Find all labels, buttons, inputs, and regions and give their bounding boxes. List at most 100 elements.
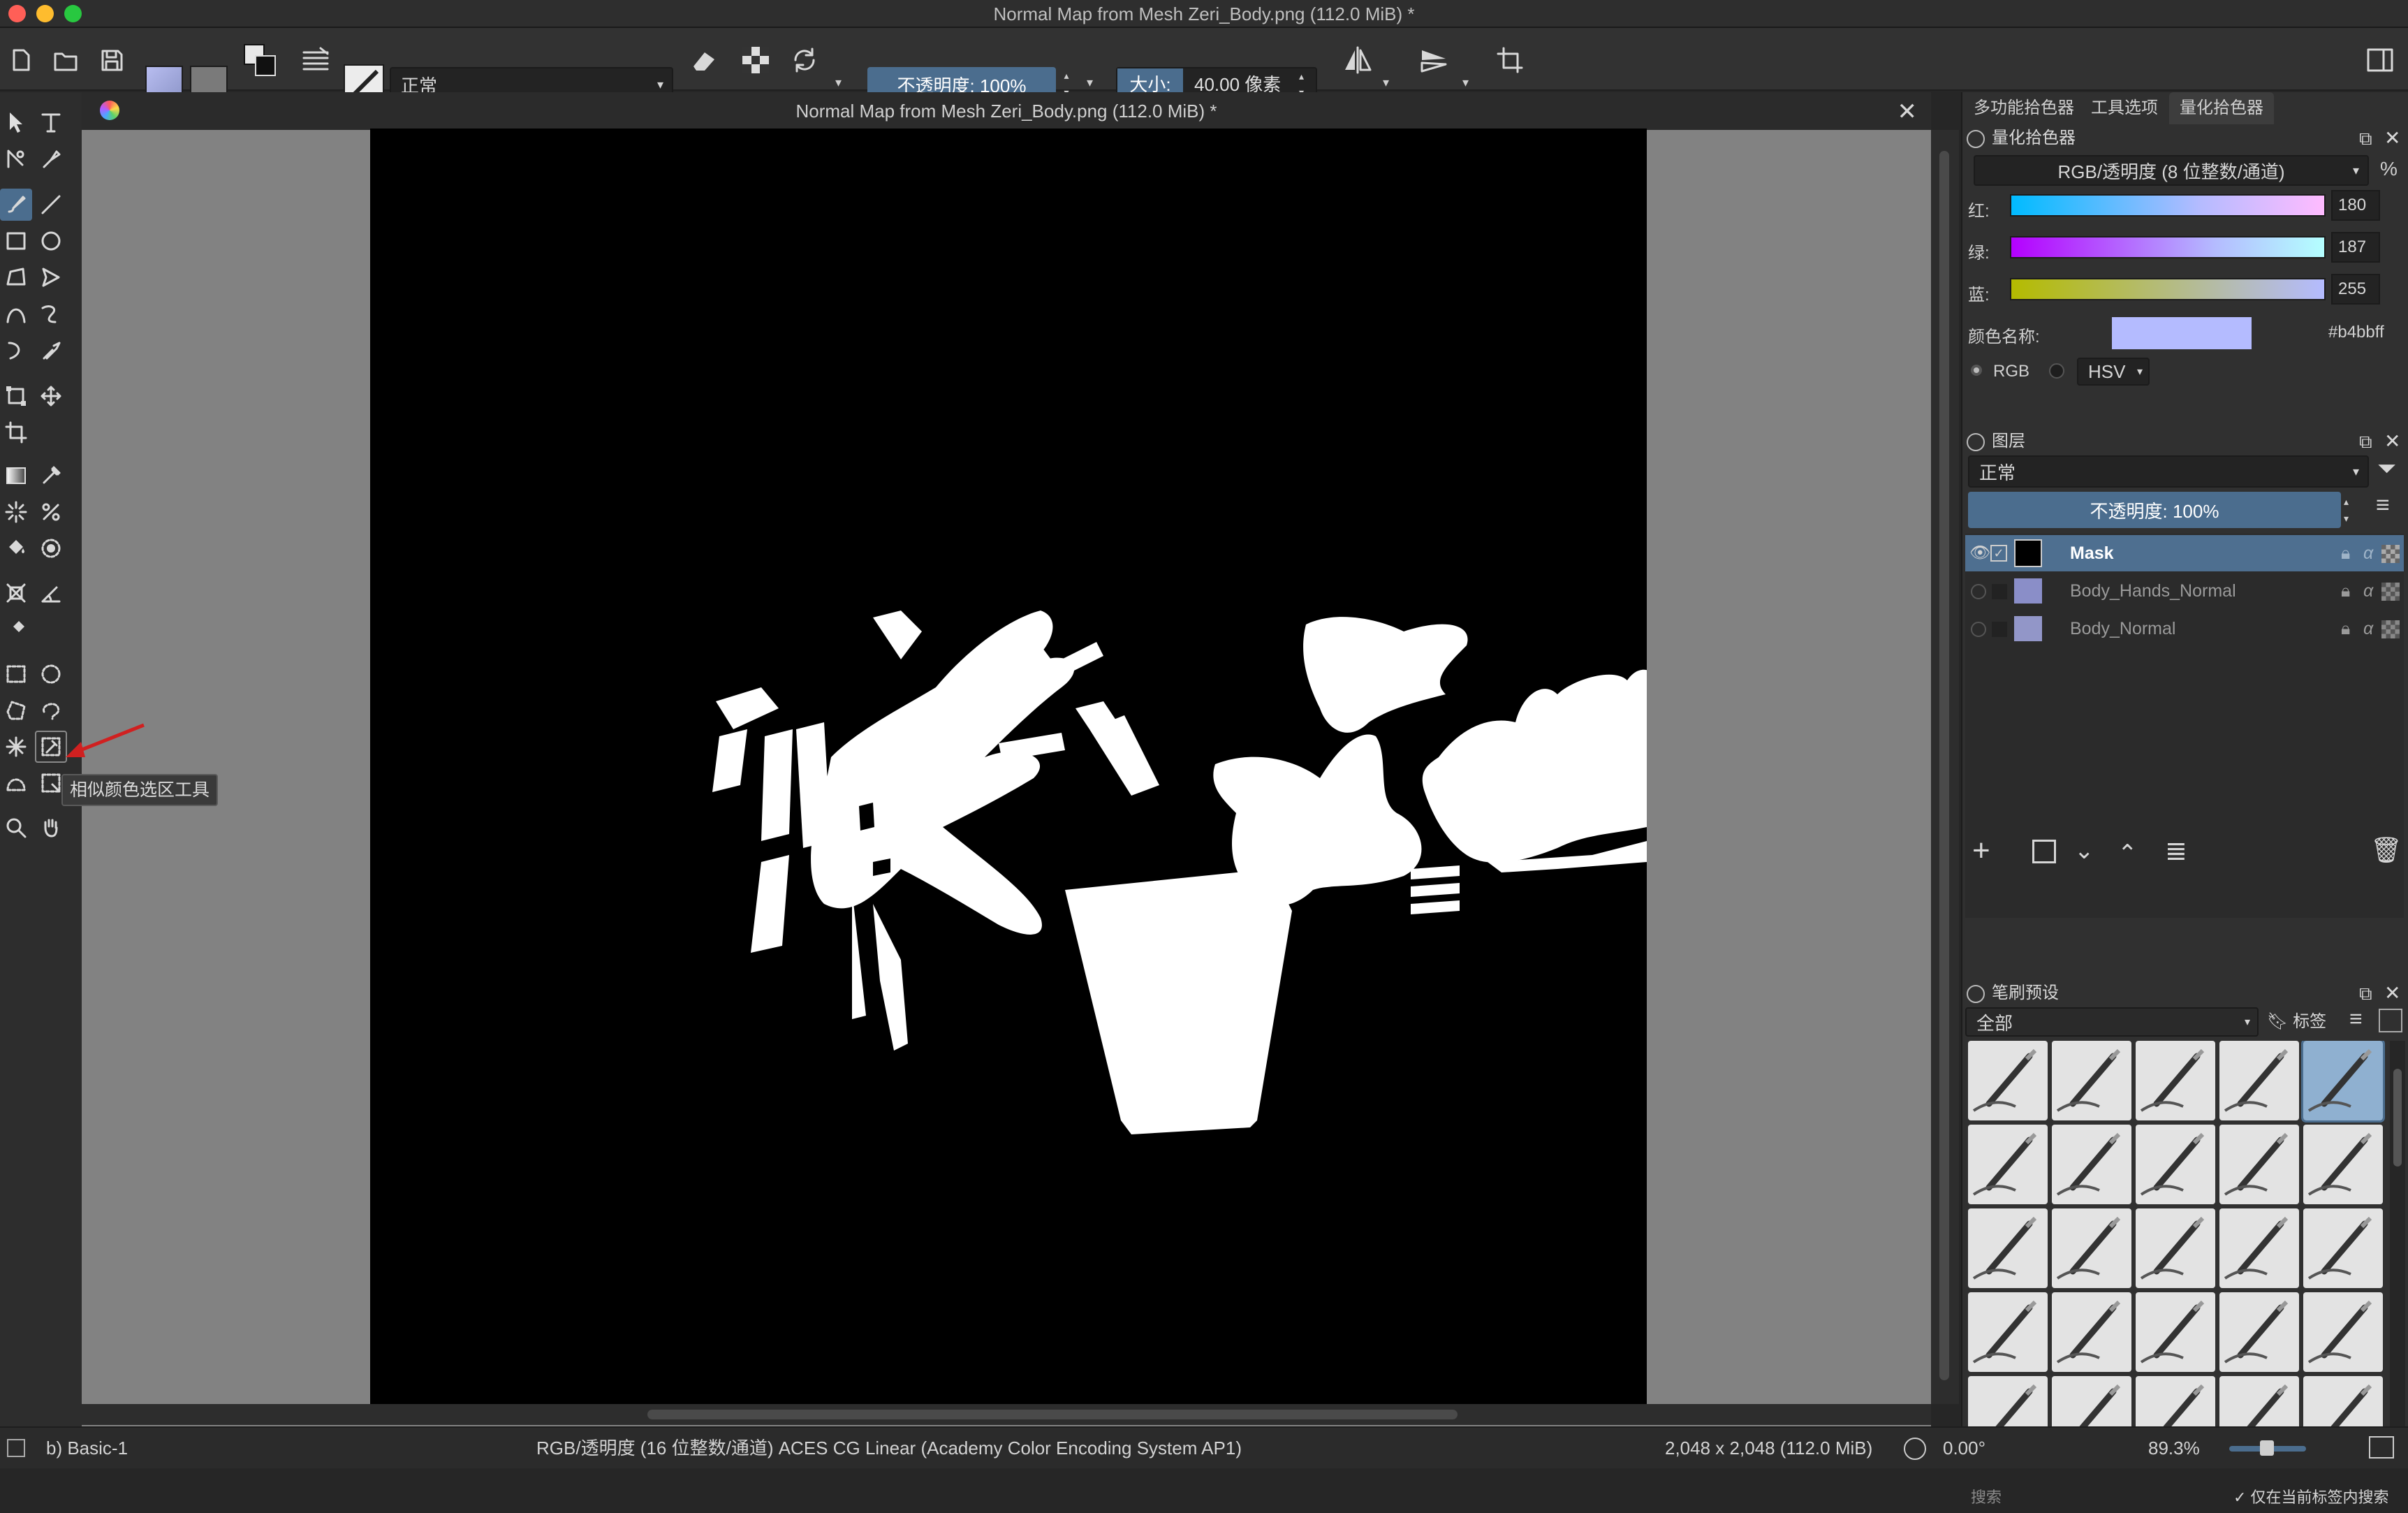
layer-properties-icon[interactable]: ≣ bbox=[2165, 835, 2187, 867]
lock-layer-icon[interactable]: 🔒︎ bbox=[2341, 573, 2350, 609]
document-tab[interactable]: Normal Map from Mesh Zeri_Body.png (112.… bbox=[82, 92, 1931, 130]
display-icon[interactable] bbox=[2369, 1436, 2394, 1459]
alpha-lock-layer-icon[interactable]: α bbox=[2363, 535, 2373, 571]
layer-row-body-hands-normal[interactable]: Body_Hands_Normal 🔒︎ α bbox=[1965, 573, 2404, 609]
calligraphy-icon[interactable] bbox=[35, 142, 67, 175]
lock-docker-icon[interactable] bbox=[1967, 130, 1985, 148]
close-document-icon[interactable]: ✕ bbox=[1897, 98, 1918, 126]
fill-patch-icon[interactable] bbox=[35, 496, 67, 528]
lock-docker-icon[interactable] bbox=[1967, 433, 1985, 451]
bezier-tool-icon[interactable] bbox=[0, 298, 32, 330]
green-input[interactable]: 187 bbox=[2331, 232, 2380, 263]
brush-preset-item[interactable] bbox=[2136, 1208, 2215, 1288]
smart-patch-icon[interactable] bbox=[0, 496, 32, 528]
blue-input[interactable]: 255 bbox=[2331, 274, 2380, 305]
close-docker-icon[interactable]: ✕ bbox=[2384, 427, 2400, 455]
reference-images-icon[interactable] bbox=[0, 613, 32, 645]
assistant-tool-icon[interactable] bbox=[0, 577, 32, 609]
status-color-space[interactable]: RGB/透明度 (16 位整数/通道) ACES CG Linear (Acad… bbox=[536, 1428, 1242, 1468]
horizontal-scrollbar[interactable] bbox=[82, 1404, 1931, 1425]
brush-preset-item[interactable] bbox=[1968, 1292, 2048, 1372]
brush-preset-item[interactable] bbox=[2303, 1208, 2383, 1288]
brush-view-menu-icon[interactable]: ≡ bbox=[2349, 1006, 2363, 1032]
alpha-lock-layer-icon[interactable]: α bbox=[2363, 611, 2373, 647]
layer-row-body-normal[interactable]: Body_Normal 🔒︎ α bbox=[1965, 611, 2404, 647]
brush-preset-item[interactable] bbox=[2052, 1125, 2131, 1204]
float-docker-icon[interactable]: ⧉ bbox=[2359, 979, 2372, 1007]
move-layer-up-icon[interactable]: ⌃ bbox=[2117, 840, 2138, 868]
transform-tool-icon[interactable] bbox=[0, 380, 32, 412]
brush-preset-item[interactable] bbox=[2136, 1041, 2215, 1120]
horizontal-scroll-thumb[interactable] bbox=[647, 1410, 1458, 1419]
brush-preset-item[interactable] bbox=[2219, 1208, 2299, 1288]
layer-checkbox[interactable] bbox=[1992, 584, 2007, 599]
text-tool-icon[interactable] bbox=[35, 106, 67, 138]
move-tool-icon[interactable] bbox=[35, 380, 67, 412]
layer-row-mask[interactable]: 👁 ✓ Mask 🔒︎ α bbox=[1965, 535, 2404, 571]
crop-tool-icon[interactable] bbox=[0, 416, 32, 448]
bezier-select-icon[interactable] bbox=[0, 767, 32, 799]
fill-tool-icon[interactable] bbox=[0, 532, 32, 564]
rgb-radio[interactable] bbox=[1971, 365, 1982, 376]
chevron-down-icon[interactable]: ▾ bbox=[1383, 75, 1389, 90]
polygon-select-icon[interactable] bbox=[0, 694, 32, 726]
layer-filter-icon[interactable]: ⏷ bbox=[2377, 455, 2396, 483]
status-zoom[interactable]: 89.3% bbox=[2148, 1428, 2200, 1468]
brush-preset-item[interactable] bbox=[1968, 1041, 2048, 1120]
brush-preset-item[interactable] bbox=[2303, 1292, 2383, 1372]
measure-tool-icon[interactable] bbox=[35, 577, 67, 609]
polygon-tool-icon[interactable] bbox=[0, 261, 32, 293]
brush-import-icon[interactable] bbox=[2379, 1009, 2402, 1032]
gradient-tool-icon[interactable] bbox=[0, 460, 32, 492]
brush-grid-scroll-thumb[interactable] bbox=[2393, 1069, 2402, 1167]
vertical-scrollbar[interactable] bbox=[1931, 130, 1959, 1404]
brush-preset-item[interactable] bbox=[2052, 1292, 2131, 1372]
alpha-lock-icon[interactable] bbox=[736, 41, 775, 80]
blue-slider[interactable] bbox=[2010, 278, 2326, 300]
add-layer-icon[interactable]: + bbox=[1972, 835, 1990, 866]
hsv-select[interactable]: HSV ▾ bbox=[2077, 358, 2150, 386]
eye-hidden-icon[interactable] bbox=[1971, 622, 1986, 637]
hex-value[interactable]: #b4bbff bbox=[2328, 323, 2384, 342]
chevron-down-icon[interactable]: ▾ bbox=[1462, 75, 1469, 90]
lock-layer-icon[interactable]: 🔒︎ bbox=[2341, 535, 2350, 571]
zoom-slider-handle[interactable] bbox=[2260, 1440, 2274, 1456]
eye-icon[interactable]: 👁 bbox=[1969, 535, 1990, 571]
line-tool-icon[interactable] bbox=[35, 189, 67, 221]
zoom-tool-icon[interactable] bbox=[0, 812, 32, 844]
brush-grid-scrollbar[interactable] bbox=[2390, 1041, 2405, 1474]
green-slider[interactable] bbox=[2010, 236, 2326, 258]
alpha-lock-layer-icon[interactable]: α bbox=[2363, 573, 2373, 609]
brush-preset-item[interactable] bbox=[1968, 1125, 2048, 1204]
layer-name[interactable]: Body_Hands_Normal bbox=[2070, 573, 2236, 609]
layer-opacity-spinbox[interactable]: 不透明度: 100% bbox=[1968, 492, 2341, 528]
brush-preset-item[interactable] bbox=[2219, 1292, 2299, 1372]
fg-bg-color-icon[interactable] bbox=[240, 41, 279, 80]
lock-docker-icon[interactable] bbox=[1967, 985, 1985, 1003]
wrap-around-icon[interactable] bbox=[1490, 41, 1529, 80]
float-docker-icon[interactable]: ⧉ bbox=[2359, 124, 2372, 152]
red-input[interactable]: 180 bbox=[2331, 190, 2380, 221]
multibrush-icon[interactable] bbox=[35, 334, 67, 366]
color-picker-icon[interactable] bbox=[35, 460, 67, 492]
hsv-radio[interactable] bbox=[2049, 363, 2064, 379]
red-slider[interactable] bbox=[2010, 194, 2326, 217]
brush-preset-item[interactable] bbox=[2136, 1125, 2215, 1204]
brush-search-input[interactable]: 搜索 bbox=[1965, 1482, 2231, 1513]
brush-preview-icon[interactable] bbox=[7, 1439, 25, 1457]
pan-tool-icon[interactable] bbox=[35, 812, 67, 844]
dynamic-brush-icon[interactable] bbox=[0, 334, 32, 366]
tab-tool-options[interactable]: 工具选项 bbox=[2083, 92, 2166, 124]
vertical-scroll-thumb[interactable] bbox=[1939, 151, 1949, 1380]
enclose-fill-icon[interactable] bbox=[35, 532, 67, 564]
eraser-mode-icon[interactable] bbox=[684, 41, 724, 80]
tab-advanced-color-selector[interactable]: 多功能拾色器 bbox=[1968, 92, 2080, 124]
ellipse-tool-icon[interactable] bbox=[35, 225, 67, 257]
layer-checkbox[interactable]: ✓ bbox=[1990, 545, 2007, 562]
inherit-alpha-icon[interactable] bbox=[2381, 620, 2400, 638]
freehand-brush-icon[interactable] bbox=[0, 189, 32, 221]
rectangle-tool-icon[interactable] bbox=[0, 225, 32, 257]
reload-preset-icon[interactable] bbox=[785, 41, 824, 80]
rect-select-icon[interactable] bbox=[0, 658, 32, 690]
layer-checkbox[interactable] bbox=[1992, 622, 2007, 637]
